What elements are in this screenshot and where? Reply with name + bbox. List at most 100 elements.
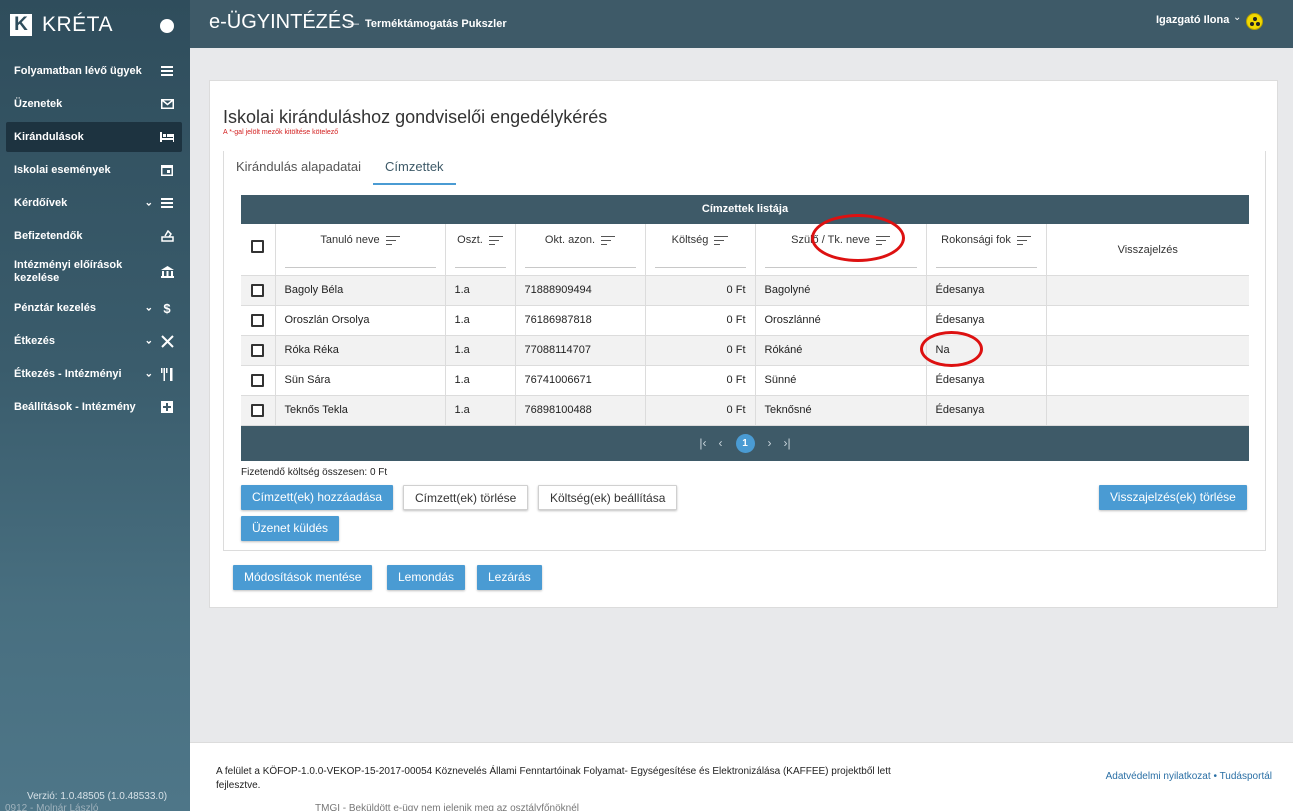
filter-field[interactable] (654, 267, 746, 268)
cell-relation: Édesanya (926, 275, 1047, 306)
sort-icon[interactable] (714, 235, 729, 245)
chevron-down-icon: ⌄ (144, 197, 153, 209)
user-avatar-icon[interactable] (1246, 13, 1263, 30)
user-name[interactable]: Igazgató Ilona (1156, 14, 1229, 26)
filter-field[interactable] (454, 267, 506, 268)
chevron-down-icon: ⌄ (144, 335, 153, 347)
pager-current-page[interactable]: 1 (735, 433, 755, 453)
send-message-button[interactable]: Üzenet küldés (241, 516, 340, 541)
cell-class: 1.a (445, 275, 516, 306)
row-checkbox[interactable] (251, 283, 265, 297)
cell-feedback (1046, 365, 1249, 396)
footer-text: A felület a KÖFOP-1.0.0-VEKOP-15-2017-00… (216, 766, 891, 791)
cell-name: Bagoly Béla (275, 275, 446, 306)
sidebar-item-penztar[interactable]: Pénztár kezelés ⌄ $ (6, 293, 182, 323)
pager-last-icon[interactable]: ›| (784, 436, 791, 450)
table-row[interactable]: Sün Sára 1.a 76741006671 0 Ft Sünné Édes… (241, 365, 1249, 396)
sidebar-item-label: Befizetendők (14, 230, 83, 242)
table-row[interactable]: Bagoly Béla 1.a 71888909494 0 Ft Bagolyn… (241, 275, 1249, 306)
column-header[interactable]: Rokonsági fok (926, 224, 1047, 276)
cell-cost: 0 Ft (645, 395, 756, 426)
list-icon (160, 64, 174, 78)
table-row[interactable]: Oroszlán Orsolya 1.a 76186987818 0 Ft Or… (241, 305, 1249, 336)
sidebar-nav: Folyamatban lévő ügyek Üzenetek Kirándul… (0, 56, 190, 422)
sidebar-item-uzenetek[interactable]: Üzenetek (6, 89, 182, 119)
row-checkbox[interactable] (251, 373, 265, 387)
column-header-label: Tanuló neve (320, 234, 380, 246)
row-checkbox[interactable] (251, 343, 265, 357)
bottom-cut-text: TMGI - Beküldött e-ügy nem jelenik meg a… (315, 803, 580, 811)
column-header[interactable]: Tanuló neve (275, 224, 446, 276)
dollar-icon: $ (163, 300, 171, 316)
filter-field[interactable] (284, 267, 436, 268)
cell-cost: 0 Ft (645, 275, 756, 306)
sidebar-item-etkezes-intezmenyi[interactable]: Étkezés - Intézményi ⌄ (6, 359, 182, 389)
table-row[interactable]: Teknős Tekla 1.a 76898100488 0 Ft Teknős… (241, 395, 1249, 426)
cell-feedback (1046, 275, 1249, 306)
page-title: Iskolai kiránduláshoz gondviselői engedé… (223, 107, 608, 127)
pager-prev-icon[interactable]: ‹ (719, 436, 723, 450)
cell-feedback (1046, 305, 1249, 336)
select-all-checkbox[interactable] (251, 240, 265, 253)
delete-recipients-button[interactable]: Címzett(ek) törlése (403, 485, 529, 510)
sort-icon[interactable] (488, 235, 503, 245)
version-text: Verzió: 1.0.48505 (1.0.48533.0) (27, 791, 168, 802)
sidebar-item-iskolai-esemenyek[interactable]: Iskolai események (6, 155, 182, 185)
grid-title: Címzettek listája (241, 195, 1249, 224)
sidebar-toggle-icon[interactable] (160, 19, 174, 33)
privacy-link[interactable]: Adatvédelmi nyilatkozat (1106, 771, 1211, 782)
cell-name: Oroszlán Orsolya (275, 305, 446, 336)
cancel-button[interactable]: Lemondás (387, 565, 466, 590)
set-cost-button[interactable]: Költség(ek) beállítása (538, 485, 678, 510)
sort-icon[interactable] (1016, 235, 1031, 245)
chevron-down-icon[interactable]: ⌄ (1233, 12, 1241, 23)
sidebar-item-befizetendok[interactable]: Befizetendők (6, 221, 182, 251)
column-header[interactable]: Oszt. (445, 224, 516, 276)
knowledge-portal-link[interactable]: Tudásportál (1220, 771, 1272, 782)
filter-field[interactable] (935, 267, 1037, 268)
cell-cost: 0 Ft (645, 335, 756, 366)
sidebar-item-kerdoivek[interactable]: Kérdőívek ⌄ (6, 188, 182, 218)
sidebar-item-kirandulasok[interactable]: Kirándulások (6, 122, 182, 152)
tab-cimzettek[interactable]: Címzettek (373, 151, 456, 185)
cell-class: 1.a (445, 395, 516, 426)
list-icon (160, 196, 174, 210)
recipients-grid: Címzettek listája Tanuló neve Oszt. Okt.… (241, 195, 1249, 461)
cell-parent: Bagolyné (755, 275, 927, 306)
sidebar-item-intezmenyi-eloirasok[interactable]: Intézményi előírások kezelése (6, 254, 182, 290)
add-recipients-button[interactable]: Címzett(ek) hozzáadása (241, 485, 394, 510)
delete-feedback-button[interactable]: Visszajelzés(ek) törlése (1099, 485, 1247, 510)
row-checkbox[interactable] (251, 403, 265, 417)
filter-field[interactable] (764, 267, 917, 268)
sidebar-item-folyamatban[interactable]: Folyamatban lévő ügyek (6, 56, 182, 86)
cell-cost: 0 Ft (645, 365, 756, 396)
column-header[interactable]: Okt. azon. (515, 224, 646, 276)
column-header-label: Rokonsági fok (941, 234, 1011, 246)
table-row[interactable]: Róka Réka 1.a 77088114707 0 Ft Rókáné Na (241, 335, 1249, 366)
sort-icon[interactable] (601, 235, 616, 245)
bed-icon (160, 130, 174, 144)
footer-separator: • (1213, 771, 1217, 782)
cell-name: Teknős Tekla (275, 395, 446, 426)
row-select-cell (241, 365, 276, 396)
save-changes-button[interactable]: Módosítások mentése (233, 565, 373, 590)
required-note: A *-gal jelölt mezők kitöltése kötelező (223, 129, 339, 136)
app-subtitle: — Terméktámogatás Pukszler (348, 18, 507, 30)
close-button[interactable]: Lezárás (477, 565, 542, 590)
cell-class: 1.a (445, 365, 516, 396)
sidebar-item-beallitasok[interactable]: Beállítások - Intézmény (6, 392, 182, 422)
payment-icon (160, 229, 174, 243)
pager-first-icon[interactable]: |‹ (699, 436, 706, 450)
filter-field[interactable] (524, 267, 636, 268)
cell-parent: Oroszlánné (755, 305, 927, 336)
brand-name: KRÉTA (42, 13, 113, 36)
tab-alapadatok[interactable]: Kirándulás alapadatai (224, 151, 373, 185)
app-subtitle-text: Terméktámogatás Pukszler (365, 18, 507, 30)
row-checkbox[interactable] (251, 313, 265, 327)
sidebar-item-etkezes[interactable]: Étkezés ⌄ (6, 326, 182, 356)
pager-next-icon[interactable]: › (768, 436, 772, 450)
sort-icon[interactable] (385, 235, 400, 245)
cell-parent: Rókáné (755, 335, 927, 366)
column-header[interactable]: Költség (645, 224, 756, 276)
mail-icon (160, 97, 174, 111)
